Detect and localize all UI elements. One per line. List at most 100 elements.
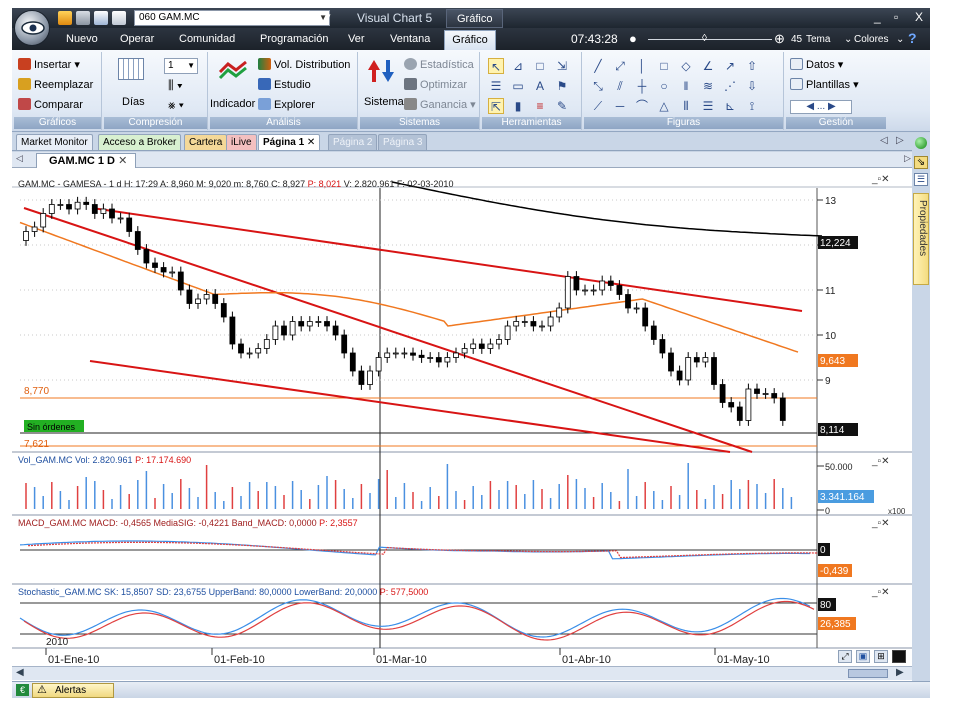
tab-ilive[interactable]: iLive	[226, 134, 257, 150]
fan-figure-icon[interactable]: ⋰	[722, 78, 738, 94]
minimize-button[interactable]: _	[874, 10, 881, 24]
menu-ventana[interactable]: Ventana	[390, 33, 430, 45]
ganancia-button[interactable]: Ganancia ▾	[404, 98, 476, 111]
indicador-button[interactable]: Indicador	[210, 98, 255, 110]
tab-pagina-3[interactable]: Página 3	[378, 134, 428, 150]
help-icon[interactable]: ?	[908, 30, 917, 46]
euro-icon[interactable]: €	[16, 684, 29, 696]
diamond-figure-icon[interactable]: ◇	[678, 58, 694, 74]
vertical-line-icon[interactable]: │	[634, 58, 650, 74]
navigate-icon[interactable]: ⤢	[838, 650, 852, 663]
column-tool-icon[interactable]: ▮	[510, 98, 526, 114]
line-figure-icon[interactable]: ╱	[590, 58, 606, 74]
window-icon[interactable]	[94, 11, 108, 25]
scroll-right-icon[interactable]: ▷	[904, 153, 911, 164]
tab-acceso-broker[interactable]: Acceso a Broker	[98, 134, 182, 150]
tools-icon[interactable]	[76, 11, 90, 25]
scroll-right-icon[interactable]: ▶	[896, 667, 904, 678]
optimizar-button[interactable]: Optimizar	[404, 78, 467, 91]
hline-figure-icon[interactable]: ─	[612, 98, 628, 114]
split-icon[interactable]: ⊞	[874, 650, 888, 663]
up-arrow-figure-icon[interactable]: ⇧	[744, 58, 760, 74]
fibonacci-figure-icon[interactable]: ⫴	[678, 98, 694, 114]
explorer-button[interactable]: Explorer	[258, 98, 315, 111]
gann-figure-icon[interactable]: ⊾	[722, 98, 738, 114]
app-menu-orb[interactable]	[14, 10, 50, 46]
close-icon[interactable]: ✕	[307, 137, 315, 148]
scroll-right-icon[interactable]: ▷	[896, 135, 904, 146]
image-tool-icon[interactable]: ▭	[510, 78, 526, 94]
zoom-in-icon[interactable]: ⊕	[774, 31, 785, 47]
trend-figure-icon[interactable]: ⤡	[590, 78, 606, 94]
bars-tool-icon[interactable]: ≡	[532, 98, 548, 114]
chart-canvas[interactable]: 131211109 8,770 7,621 Sin órdenes 12,224…	[12, 168, 912, 683]
maximize-button[interactable]: ▫	[894, 10, 898, 24]
sistema-button[interactable]: Sistema	[364, 96, 404, 108]
wave-figure-icon[interactable]: ≋	[700, 78, 716, 94]
vol-distribution-button[interactable]: Vol. Distribution	[258, 58, 350, 71]
chevron-down-icon[interactable]: ⌄	[896, 34, 904, 45]
flag-tool-icon[interactable]: ⚑	[554, 78, 570, 94]
rectangle-figure-icon[interactable]: □	[656, 58, 672, 74]
plantillas-button[interactable]: Plantillas ▾	[790, 78, 859, 91]
bars-type-button[interactable]: ⫼ ▾	[168, 78, 183, 93]
tab-market-monitor[interactable]: Market Monitor	[16, 134, 93, 150]
ray-figure-icon[interactable]: ⤢	[612, 58, 628, 74]
color-swatch-icon[interactable]	[892, 650, 906, 663]
chevron-down-icon[interactable]: ▼	[187, 59, 195, 73]
curve-figure-icon[interactable]: ⌒	[634, 98, 650, 114]
arrow-figure-icon[interactable]: ↗	[722, 58, 738, 74]
close-icon[interactable]: ✕	[118, 155, 127, 167]
compression-value-input[interactable]: 1 ▼	[164, 58, 198, 74]
datos-button[interactable]: Datos ▾	[790, 58, 843, 71]
tab-pagina-2[interactable]: Página 2	[328, 134, 378, 150]
slider-thumb-icon[interactable]: ◊	[702, 33, 707, 44]
properties-tab[interactable]: Propiedades	[913, 193, 929, 285]
dias-button[interactable]: Días	[122, 96, 145, 108]
scrollbar-thumb[interactable]	[848, 669, 888, 678]
tema-menu[interactable]: Tema	[806, 34, 830, 45]
menu-comunidad[interactable]: Comunidad	[179, 33, 235, 45]
horizontal-scrollbar[interactable]: ◀ ▶	[12, 666, 912, 680]
cursor-tool-icon[interactable]: ↖	[488, 58, 504, 74]
cursor-mode-icon[interactable]: ⇘	[914, 156, 928, 169]
panel-controls[interactable]: _▫✕	[871, 518, 890, 529]
list-tool-icon[interactable]: ☰	[488, 78, 504, 94]
channel-figure-icon[interactable]: ☰	[700, 98, 716, 114]
estudio-button[interactable]: Estudio	[258, 78, 311, 91]
tab-gam-chart[interactable]: GAM.MC 1 D ✕	[36, 153, 137, 168]
panel-controls[interactable]: _▫✕	[871, 456, 890, 467]
angle-figure-icon[interactable]: ∠	[700, 58, 716, 74]
tab-pagina-1[interactable]: Página 1 ✕	[258, 134, 321, 150]
measure-tool-icon[interactable]: ⊿	[510, 58, 526, 74]
parallel-figure-icon[interactable]: ⫽	[612, 78, 628, 94]
erase-tool-icon[interactable]: ✎	[554, 98, 570, 114]
reemplazar-button[interactable]: Reemplazar	[18, 78, 93, 91]
triangle-figure-icon[interactable]: △	[656, 98, 672, 114]
rectangle-tool-icon[interactable]: □	[532, 58, 548, 74]
line-type-button[interactable]: ⨳ ▾	[168, 98, 184, 113]
scroll-left-icon[interactable]: ◁	[880, 135, 888, 146]
list-panel-icon[interactable]: ☰	[914, 173, 928, 186]
select-tool-icon[interactable]: ⇱	[488, 98, 504, 114]
save-chart-icon[interactable]: ▣	[856, 650, 870, 663]
alertas-button[interactable]: ⚠ Alertas	[32, 683, 114, 698]
tab-cartera[interactable]: Cartera	[184, 134, 228, 150]
qat-dropdown-icon[interactable]: ▾	[326, 11, 331, 22]
cross-figure-icon[interactable]: ┼	[634, 78, 650, 94]
pitchfork-figure-icon[interactable]: ⟟	[744, 98, 760, 114]
chevron-down-icon[interactable]: ⌄	[844, 34, 852, 45]
menu-ver[interactable]: Ver	[348, 33, 365, 45]
down-arrow-figure-icon[interactable]: ⇩	[744, 78, 760, 94]
symbol-input[interactable]: 060 GAM.MC ▼	[134, 10, 330, 26]
save-icon[interactable]	[58, 11, 72, 25]
colores-menu[interactable]: Colores	[854, 34, 888, 45]
estadistica-button[interactable]: Estadística	[404, 58, 474, 71]
panel-controls[interactable]: _▫✕	[871, 174, 890, 185]
menu-nuevo[interactable]: Nuevo	[66, 33, 98, 45]
zoom-slider[interactable]	[648, 39, 772, 40]
insertar-button[interactable]: Insertar ▾	[18, 58, 80, 71]
segment-figure-icon[interactable]: ⟋	[590, 98, 606, 114]
comparar-button[interactable]: Comparar	[18, 98, 83, 111]
menu-operar[interactable]: Operar	[120, 33, 154, 45]
